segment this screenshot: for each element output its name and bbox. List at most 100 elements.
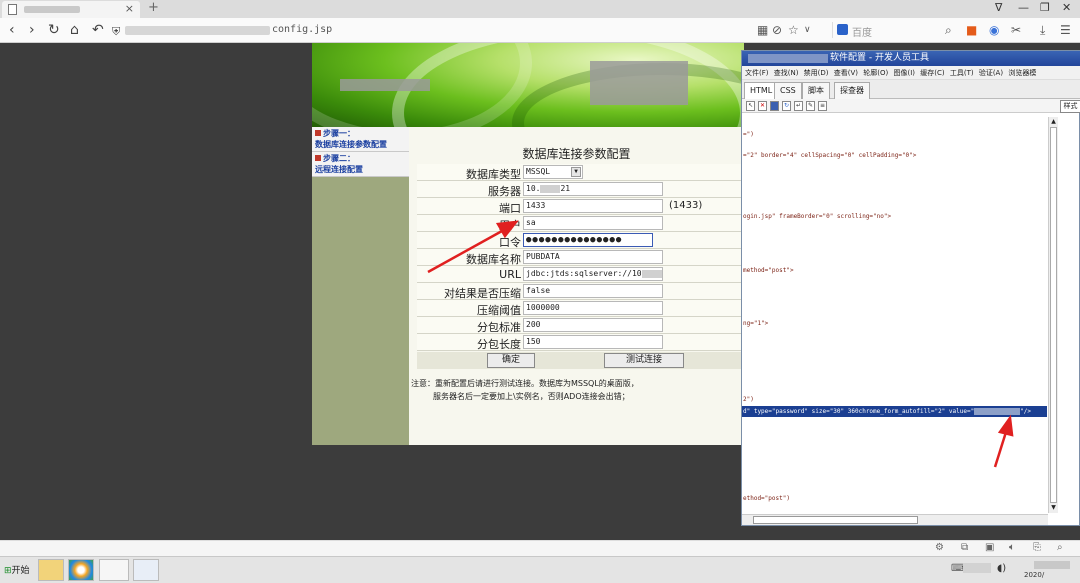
menu-outline[interactable]: 轮廓(O) xyxy=(863,69,888,77)
menu-images[interactable]: 图像(I) xyxy=(893,69,915,77)
tab-close-icon[interactable]: × xyxy=(125,2,134,15)
scroll-thumb[interactable] xyxy=(1050,127,1057,503)
password-value-redacted xyxy=(974,408,1021,415)
tab-css[interactable]: CSS xyxy=(774,82,802,99)
zoom-icon[interactable]: ⌕ xyxy=(1057,542,1063,553)
db-type-select[interactable]: MSSQL ▼ xyxy=(523,165,583,179)
minimize-button[interactable]: — xyxy=(1018,1,1029,14)
packet-length-label: 分包长度 xyxy=(477,338,521,351)
status-icon-1[interactable]: ⚙ xyxy=(935,542,944,553)
extension-icon[interactable]: ◉ xyxy=(989,22,999,38)
word-wrap-icon[interactable]: ↵ xyxy=(794,101,803,111)
apps-icon[interactable]: ■ xyxy=(966,22,977,38)
menu-file[interactable]: 文件(F) xyxy=(745,69,769,77)
home-icon[interactable]: ⌂ xyxy=(70,21,79,39)
devtools-task-icon[interactable] xyxy=(133,559,159,581)
reload-icon[interactable]: ↻ xyxy=(48,21,60,39)
banner xyxy=(312,43,744,127)
search-input[interactable]: 百度 xyxy=(852,24,872,39)
grid-icon[interactable]: ▦ xyxy=(757,22,768,38)
code-line: method="post"> xyxy=(743,267,794,274)
db-type-label: 数据库类型 xyxy=(466,168,521,181)
tab-script[interactable]: 脚本 xyxy=(802,82,830,99)
star-icon[interactable]: ☆ xyxy=(788,22,799,38)
nav-step-2-label: 远程连接配置 xyxy=(315,165,363,174)
server-input[interactable]: 10. 21 xyxy=(523,182,663,196)
vertical-scrollbar[interactable]: ▲ ▼ xyxy=(1048,117,1058,513)
blank-task[interactable] xyxy=(99,559,129,581)
new-tab-button[interactable]: + xyxy=(148,0,159,15)
status-icon-5[interactable]: ⎘ xyxy=(1033,542,1041,553)
volume-icon[interactable]: ◖) xyxy=(997,563,1006,574)
user-label: 用户 xyxy=(499,219,521,232)
baidu-icon xyxy=(837,24,848,35)
nav-step-1[interactable]: 步骤一： 数据库连接参数配置 xyxy=(312,127,409,152)
tab-title-redacted xyxy=(24,6,80,13)
tab-profiler[interactable]: 探查器 xyxy=(834,82,870,99)
password-input-source-selected[interactable]: d" type="password" size="30" 360chrome_f… xyxy=(742,406,1047,417)
favorites-icon[interactable]: ∇ xyxy=(995,1,1002,14)
compress-threshold-input[interactable]: 1000000 xyxy=(523,301,663,315)
compress-input[interactable]: false xyxy=(523,284,663,298)
windows-icon: ⊞ xyxy=(4,566,12,576)
menu-browser-mode[interactable]: 浏览器模 xyxy=(1008,69,1036,77)
compress-label: 对结果是否压缩 xyxy=(444,287,521,300)
user-input[interactable]: sa xyxy=(523,216,663,230)
chevron-down-icon[interactable]: ∨ xyxy=(804,22,811,38)
devtools-title-redacted xyxy=(748,54,828,63)
search-box[interactable]: 百度 xyxy=(832,22,962,39)
maximize-button[interactable]: ❐ xyxy=(1040,1,1050,14)
select-element-icon[interactable]: ↖ xyxy=(746,101,755,111)
password-input[interactable]: ●●●●●●●●●●●●●●● xyxy=(523,233,653,247)
edit-icon[interactable]: ✎ xyxy=(806,101,815,111)
ok-button[interactable]: 确定 xyxy=(487,353,535,368)
devtools-titlebar: 软件配置 - 开发人员工具 xyxy=(742,51,1080,66)
menu-icon[interactable]: ☰ xyxy=(1060,22,1071,38)
packet-standard-input[interactable]: 200 xyxy=(523,318,663,332)
menu-find[interactable]: 查找(N) xyxy=(774,69,799,77)
menu-cache[interactable]: 缓存(C) xyxy=(920,69,944,77)
hscroll-thumb[interactable] xyxy=(753,516,918,524)
menu-view[interactable]: 查看(V) xyxy=(834,69,858,77)
db-name-label: 数据库名称 xyxy=(466,253,521,266)
back-icon[interactable]: ‹ xyxy=(9,21,15,39)
menu-validate[interactable]: 验证(A) xyxy=(979,69,1003,77)
db-type-value: MSSQL xyxy=(526,167,551,176)
bullet-icon xyxy=(315,130,321,136)
clear-icon[interactable]: ✕ xyxy=(758,101,767,111)
scroll-down-icon[interactable]: ▼ xyxy=(1049,503,1058,512)
packet-length-input[interactable]: 150 xyxy=(523,335,663,349)
status-icon-2[interactable]: ⧉ xyxy=(961,542,968,553)
save-icon[interactable] xyxy=(770,101,779,111)
port-input[interactable]: 1433 xyxy=(523,199,663,213)
start-button[interactable]: ⊞开始 xyxy=(2,561,34,581)
db-name-input[interactable]: PUBDATA xyxy=(523,250,663,264)
status-icon-3[interactable]: ▣ xyxy=(985,542,994,553)
styles-tab[interactable]: 样式 xyxy=(1060,100,1080,113)
browser-360-icon[interactable] xyxy=(68,559,94,581)
forward-icon[interactable]: › xyxy=(29,21,35,39)
devtools-tabs: HTML CSS 脚本 探查器 xyxy=(742,80,1080,99)
scissors-icon[interactable]: ✂ xyxy=(1011,22,1021,38)
menu-tools[interactable]: 工具(T) xyxy=(950,69,974,77)
menu-disable[interactable]: 禁用(D) xyxy=(804,69,829,77)
refresh-icon[interactable]: ↻ xyxy=(782,101,791,111)
url-input[interactable]: jdbc:jtds:sqlserver://10 xyxy=(523,267,663,281)
reader-icon[interactable]: ⊘ xyxy=(772,22,782,38)
scroll-up-icon[interactable]: ▲ xyxy=(1049,117,1058,126)
url-text[interactable]: config.jsp xyxy=(272,24,332,35)
search-icon[interactable]: ⌕ xyxy=(945,22,952,38)
speaker-icon[interactable]: 🔈︎ xyxy=(1009,542,1015,553)
dom-icon[interactable]: ≡ xyxy=(818,101,827,111)
test-connection-button[interactable]: 测试连接 xyxy=(604,353,684,368)
nav-step-2[interactable]: 步骤二： 远程连接配置 xyxy=(312,152,409,177)
port-hint: (1433) xyxy=(669,200,703,211)
download-icon[interactable]: ⤓ xyxy=(1040,22,1045,38)
browser-tab[interactable]: × xyxy=(2,1,140,18)
horizontal-scrollbar[interactable] xyxy=(742,514,1048,525)
close-window-button[interactable]: ✕ xyxy=(1062,1,1071,14)
html-source-pane[interactable]: =") ="2" border="4" cellSpacing="0" cell… xyxy=(742,117,1047,513)
explorer-icon[interactable] xyxy=(38,559,64,581)
url-label: URL xyxy=(499,268,521,281)
undo-icon[interactable]: ↶ xyxy=(92,21,104,39)
